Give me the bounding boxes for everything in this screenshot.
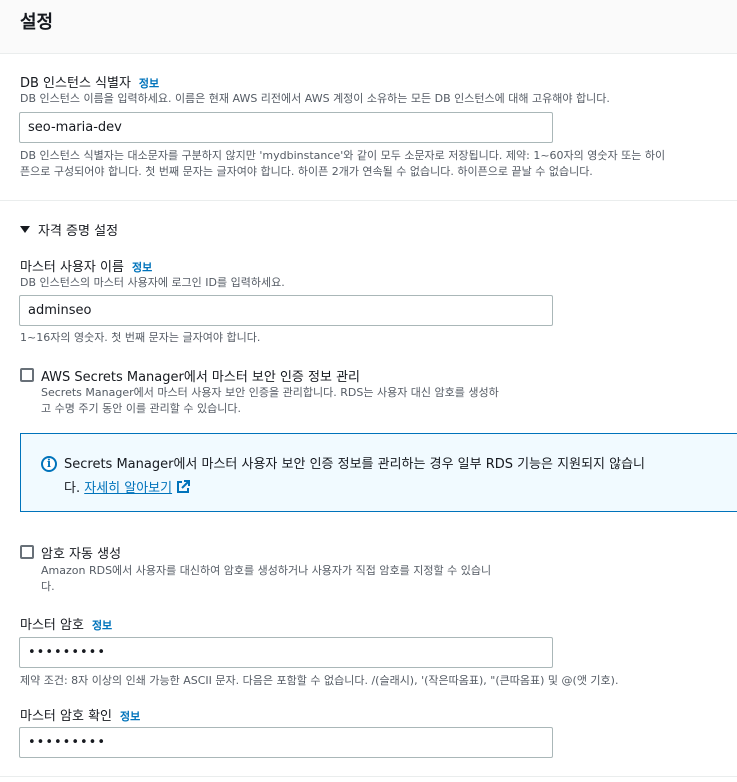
secrets-manager-desc-1: Secrets Manager에서 마스터 사용자 보안 인증을 관리합니다. …	[41, 386, 499, 399]
info-icon: i	[41, 456, 57, 472]
master-password-label-row: 마스터 암호 정보	[20, 614, 112, 633]
db-identifier-label-row: DB 인스턴스 식별자 정보	[20, 72, 159, 91]
db-identifier-hint: DB 인스턴스 이름을 입력하세요. 이름은 현재 AWS 리전에서 AWS 계…	[20, 92, 610, 105]
learn-more-link[interactable]: 자세히 알아보기	[84, 481, 172, 496]
alert-text-prefix: 다.	[64, 481, 81, 496]
master-username-info-link[interactable]: 정보	[132, 261, 152, 274]
settings-header: 설정	[0, 0, 737, 54]
caret-down-icon	[20, 226, 30, 233]
master-password-input[interactable]: •••••••••	[19, 637, 553, 668]
page-title: 설정	[20, 12, 54, 33]
confirm-password-input[interactable]: •••••••••	[19, 727, 553, 758]
auto-generate-password-label[interactable]: 암호 자동 생성	[41, 543, 121, 562]
secrets-manager-alert: i Secrets Manager에서 마스터 사용자 보안 인증 정보를 관리…	[20, 433, 737, 512]
db-identifier-constraint-2: 픈으로 구성되어야 합니다. 첫 번째 문자는 글자여야 합니다. 하이픈 2개…	[20, 165, 593, 178]
alert-text: Secrets Manager에서 마스터 사용자 보안 인증 정보를 관리하는…	[64, 453, 724, 501]
master-username-label-row: 마스터 사용자 이름 정보	[20, 256, 152, 275]
confirm-password-info-link[interactable]: 정보	[120, 710, 140, 723]
secrets-manager-label[interactable]: AWS Secrets Manager에서 마스터 보안 인증 정보 관리	[41, 366, 360, 385]
master-username-input[interactable]: adminseo	[19, 295, 553, 326]
credentials-section-toggle[interactable]: 자격 증명 설정	[20, 220, 118, 239]
db-identifier-info-link[interactable]: 정보	[139, 77, 159, 90]
master-password-constraint: 제약 조건: 8자 이상의 인쇄 가능한 ASCII 문자. 다음은 포함할 수…	[20, 674, 619, 687]
external-link-icon[interactable]	[176, 480, 191, 494]
bottom-divider	[0, 776, 737, 777]
secrets-manager-desc-2: 고 수명 주기 동안 이를 관리할 수 있습니다.	[41, 402, 242, 415]
db-identifier-input[interactable]: seo-maria-dev	[19, 112, 553, 143]
master-username-label: 마스터 사용자 이름	[20, 260, 124, 275]
master-username-hint: DB 인스턴스의 마스터 사용자에 로그인 ID를 입력하세요.	[20, 276, 285, 289]
secrets-manager-checkbox[interactable]	[20, 368, 34, 382]
section-divider	[0, 200, 737, 201]
master-username-constraint: 1~16자의 영숫자. 첫 번째 문자는 글자여야 합니다.	[20, 331, 261, 344]
auto-generate-desc-2: 다.	[41, 580, 55, 593]
auto-generate-desc-1: Amazon RDS에서 사용자를 대신하여 암호를 생성하거나 사용자가 직접…	[41, 564, 492, 577]
credentials-section-title: 자격 증명 설정	[38, 224, 119, 239]
confirm-password-label-row: 마스터 암호 확인 정보	[20, 705, 140, 724]
master-password-info-link[interactable]: 정보	[92, 619, 112, 632]
master-password-label: 마스터 암호	[20, 618, 84, 633]
confirm-password-label: 마스터 암호 확인	[20, 709, 112, 724]
alert-text-line1: Secrets Manager에서 마스터 사용자 보안 인증 정보를 관리하는…	[64, 457, 646, 472]
db-identifier-label: DB 인스턴스 식별자	[20, 76, 131, 91]
auto-generate-password-checkbox[interactable]	[20, 545, 34, 559]
db-identifier-constraint-1: DB 인스턴스 식별자는 대소문자를 구분하지 않지만 'mydbinstanc…	[20, 149, 666, 162]
